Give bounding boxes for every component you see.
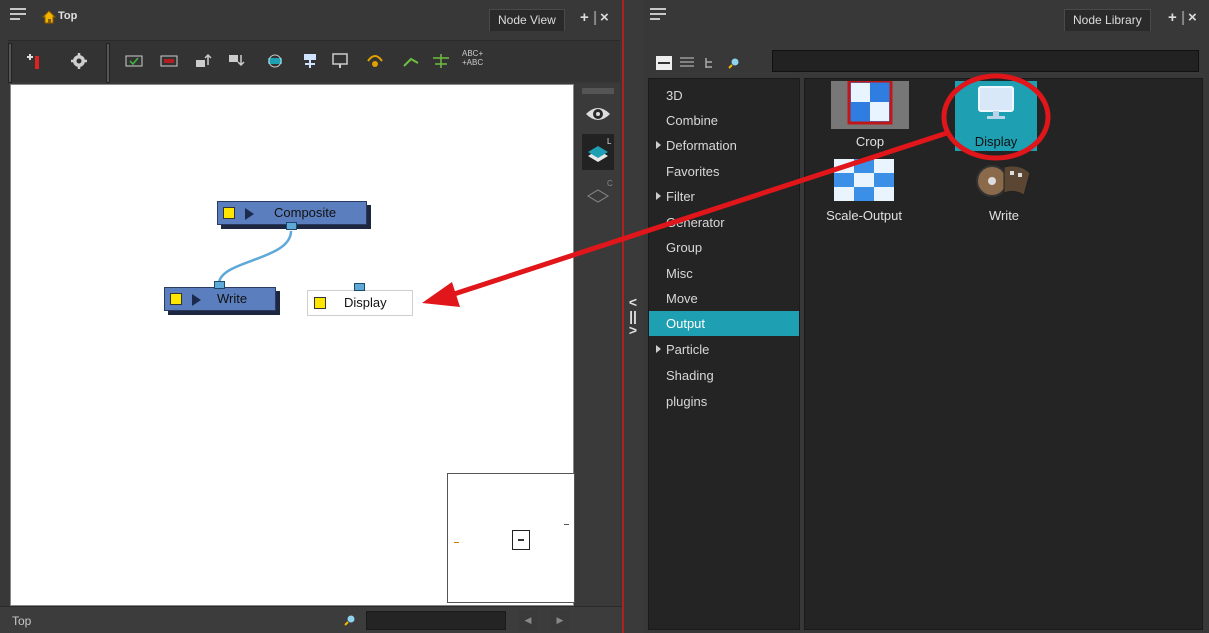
- library-toolbar: [644, 46, 1209, 74]
- tab-node-library[interactable]: Node Library: [1064, 9, 1151, 31]
- disable-node-icon[interactable]: [160, 53, 178, 69]
- add-view-icon[interactable]: +: [1168, 9, 1177, 26]
- scale-output-icon: [834, 159, 894, 201]
- library-search-input[interactable]: [772, 50, 1199, 72]
- search-icon: [728, 58, 739, 69]
- category-item[interactable]: Misc: [649, 261, 799, 286]
- add-view-icon[interactable]: +: [580, 9, 589, 26]
- category-item[interactable]: Favorites: [649, 159, 799, 184]
- category-item[interactable]: plugins: [649, 389, 799, 414]
- add-node-icon[interactable]: [26, 53, 44, 69]
- category-item[interactable]: Filter: [649, 184, 799, 209]
- svg-text:C: C: [607, 179, 613, 188]
- tree-view-icon[interactable]: [704, 56, 718, 70]
- write-input-port[interactable]: [214, 281, 225, 289]
- category-item[interactable]: Shading: [649, 363, 799, 388]
- category-item[interactable]: Move: [649, 286, 799, 311]
- library-node-write[interactable]: Write: [963, 159, 1045, 223]
- node-color-swatch[interactable]: [314, 297, 326, 309]
- view-mode-strip: L C: [576, 84, 620, 606]
- waypoint-icon[interactable]: [366, 53, 384, 69]
- connect-icon[interactable]: [402, 53, 420, 69]
- monitor-icon: [978, 86, 1014, 119]
- node-library-tabbar: Node Library + | ×: [644, 0, 1209, 36]
- menu-icon[interactable]: [650, 8, 666, 22]
- category-list: 3D Combine Deformation Favorites Filter …: [648, 78, 800, 630]
- category-item[interactable]: Deformation: [649, 133, 799, 158]
- svg-text:L: L: [607, 137, 612, 146]
- expand-arrow-icon[interactable]: [656, 345, 661, 353]
- enable-node-icon[interactable]: [125, 53, 143, 69]
- backdrop-icon[interactable]: [331, 53, 349, 69]
- home-icon[interactable]: [42, 10, 56, 24]
- move-down-icon[interactable]: [228, 53, 246, 69]
- library-node-scale-output[interactable]: Scale-Output: [823, 159, 905, 223]
- film-reel-icon: [976, 165, 1031, 197]
- crop-icon: [831, 79, 909, 129]
- status-bar: Top ◀ ▶: [0, 606, 622, 633]
- node-view-toolbar: ABC+ +ABC: [8, 40, 620, 83]
- navigator-minimap[interactable]: [447, 473, 575, 603]
- node-view-tabbar: Top Node View + | ×: [0, 0, 622, 36]
- category-item-selected[interactable]: Output: [649, 311, 799, 336]
- node-canvas[interactable]: Composite Write Display: [10, 84, 575, 606]
- rename-icon[interactable]: ABC+ +ABC: [462, 49, 488, 67]
- node-color-swatch[interactable]: [223, 207, 235, 219]
- group-icon[interactable]: [301, 53, 319, 69]
- panel-splitter[interactable]: < || >: [622, 0, 644, 633]
- category-item[interactable]: Generator: [649, 210, 799, 235]
- write-node[interactable]: Write: [164, 287, 276, 311]
- focus-icon[interactable]: [264, 53, 286, 69]
- node-search-input[interactable]: [366, 611, 506, 630]
- move-up-icon[interactable]: [195, 53, 213, 69]
- library-node-crop[interactable]: Crop: [829, 79, 911, 149]
- previous-button[interactable]: ◀: [518, 611, 538, 630]
- tab-node-view[interactable]: Node View: [489, 9, 565, 31]
- display-input-port[interactable]: [354, 283, 365, 291]
- node-expand-icon[interactable]: [245, 208, 254, 220]
- menu-icon[interactable]: [10, 8, 26, 22]
- breadcrumb[interactable]: Top: [58, 10, 77, 22]
- library-node-display[interactable]: Display: [955, 81, 1037, 151]
- list-view-icon[interactable]: [680, 57, 694, 69]
- node-library-panel: Node Library + | × 3D Combine Deformatio…: [644, 0, 1209, 633]
- next-button[interactable]: ▶: [550, 611, 570, 630]
- category-item[interactable]: Particle: [649, 337, 799, 362]
- app-window: Top Node View + | × ABC+ +ABC Composite …: [0, 0, 1209, 633]
- layer-c-icon[interactable]: C: [582, 176, 614, 212]
- display-node[interactable]: Display: [307, 290, 413, 316]
- category-item[interactable]: Combine: [649, 108, 799, 133]
- library-node-grid: Crop Display Scale-Output Write: [804, 78, 1203, 630]
- search-icon: [344, 615, 355, 626]
- close-view-icon[interactable]: ×: [1188, 9, 1197, 26]
- node-view-panel: Top Node View + | × ABC+ +ABC Composite …: [0, 0, 622, 633]
- eye-icon[interactable]: [582, 96, 614, 132]
- layout-icon[interactable]: [432, 53, 450, 69]
- toolbar-grip[interactable]: [8, 43, 12, 83]
- navigator-viewport[interactable]: [512, 530, 530, 550]
- category-item[interactable]: 3D: [649, 83, 799, 108]
- gear-icon[interactable]: [70, 53, 88, 69]
- close-view-icon[interactable]: ×: [600, 9, 609, 26]
- composite-output-port[interactable]: [286, 222, 297, 230]
- layer-l-icon[interactable]: L: [582, 134, 614, 170]
- splitter-collapse-icon[interactable]: < || >: [627, 295, 639, 351]
- expand-arrow-icon[interactable]: [656, 192, 661, 200]
- expand-arrow-icon[interactable]: [656, 141, 661, 149]
- category-item[interactable]: Group: [649, 235, 799, 260]
- icon-view-icon[interactable]: [656, 56, 672, 70]
- status-label: Top: [12, 614, 32, 628]
- node-color-swatch[interactable]: [170, 293, 182, 305]
- node-expand-icon[interactable]: [192, 294, 201, 306]
